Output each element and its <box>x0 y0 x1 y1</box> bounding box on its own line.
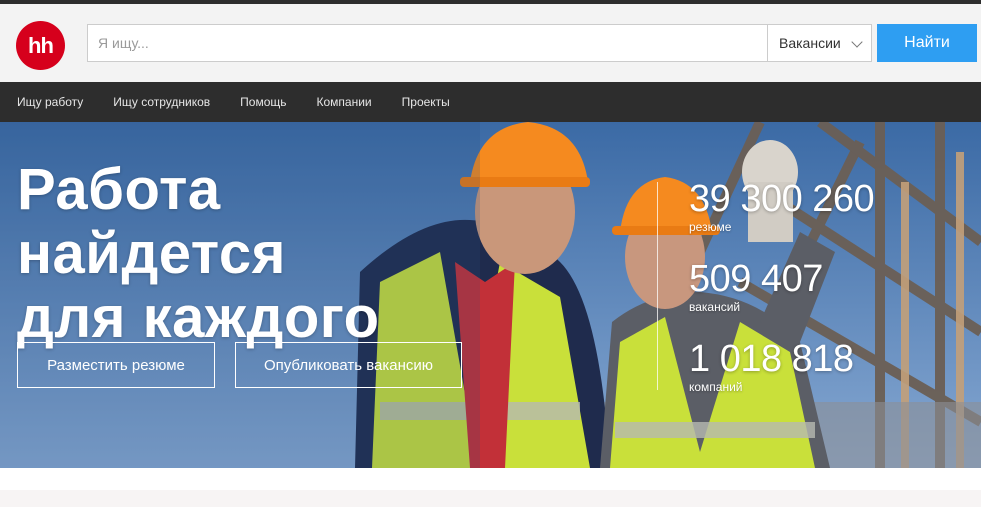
nav-item-find-employees[interactable]: Ищу сотрудников <box>113 95 210 109</box>
nav-item-find-job[interactable]: Ищу работу <box>17 95 83 109</box>
search-input[interactable] <box>87 24 768 62</box>
stat-companies: 1 018 818 компаний <box>689 340 854 394</box>
content-area-shaded <box>0 490 981 507</box>
nav-item-companies[interactable]: Компании <box>317 95 372 109</box>
content-area <box>0 468 981 490</box>
stat-resumes: 39 300 260 резюме <box>689 178 875 234</box>
stat-companies-label: компаний <box>689 380 743 394</box>
hero-banner: Работа найдется для каждого Разместить р… <box>0 122 981 468</box>
header: hh Вакансии Найти <box>0 4 981 82</box>
search-type-select[interactable]: Вакансии <box>767 24 872 62</box>
stat-vacancies-label: вакансий <box>689 300 741 314</box>
stat-vacancies: 509 407 вакансий <box>689 260 823 314</box>
stat-companies-value: 1 018 818 <box>689 338 854 380</box>
search-type-value: Вакансии <box>779 35 841 51</box>
nav-item-help[interactable]: Помощь <box>240 95 286 109</box>
post-vacancy-button[interactable]: Опубликовать вакансию <box>235 342 462 388</box>
find-button[interactable]: Найти <box>877 24 977 62</box>
hero-title: Работа найдется для каждого <box>17 158 487 349</box>
stat-resumes-label: резюме <box>689 220 732 234</box>
main-nav: Ищу работу Ищу сотрудников Помощь Компан… <box>0 82 981 122</box>
nav-item-projects[interactable]: Проекты <box>402 95 450 109</box>
chevron-down-icon <box>851 36 863 48</box>
hero-title-line1: Работа найдется <box>17 157 286 286</box>
post-resume-button[interactable]: Разместить резюме <box>17 342 215 388</box>
stats-divider <box>657 182 658 390</box>
stat-vacancies-value: 509 407 <box>689 258 823 300</box>
stat-resumes-value: 39 300 260 <box>689 178 875 220</box>
hh-logo[interactable]: hh <box>16 21 65 70</box>
hero-title-line2: для каждого <box>17 284 380 350</box>
